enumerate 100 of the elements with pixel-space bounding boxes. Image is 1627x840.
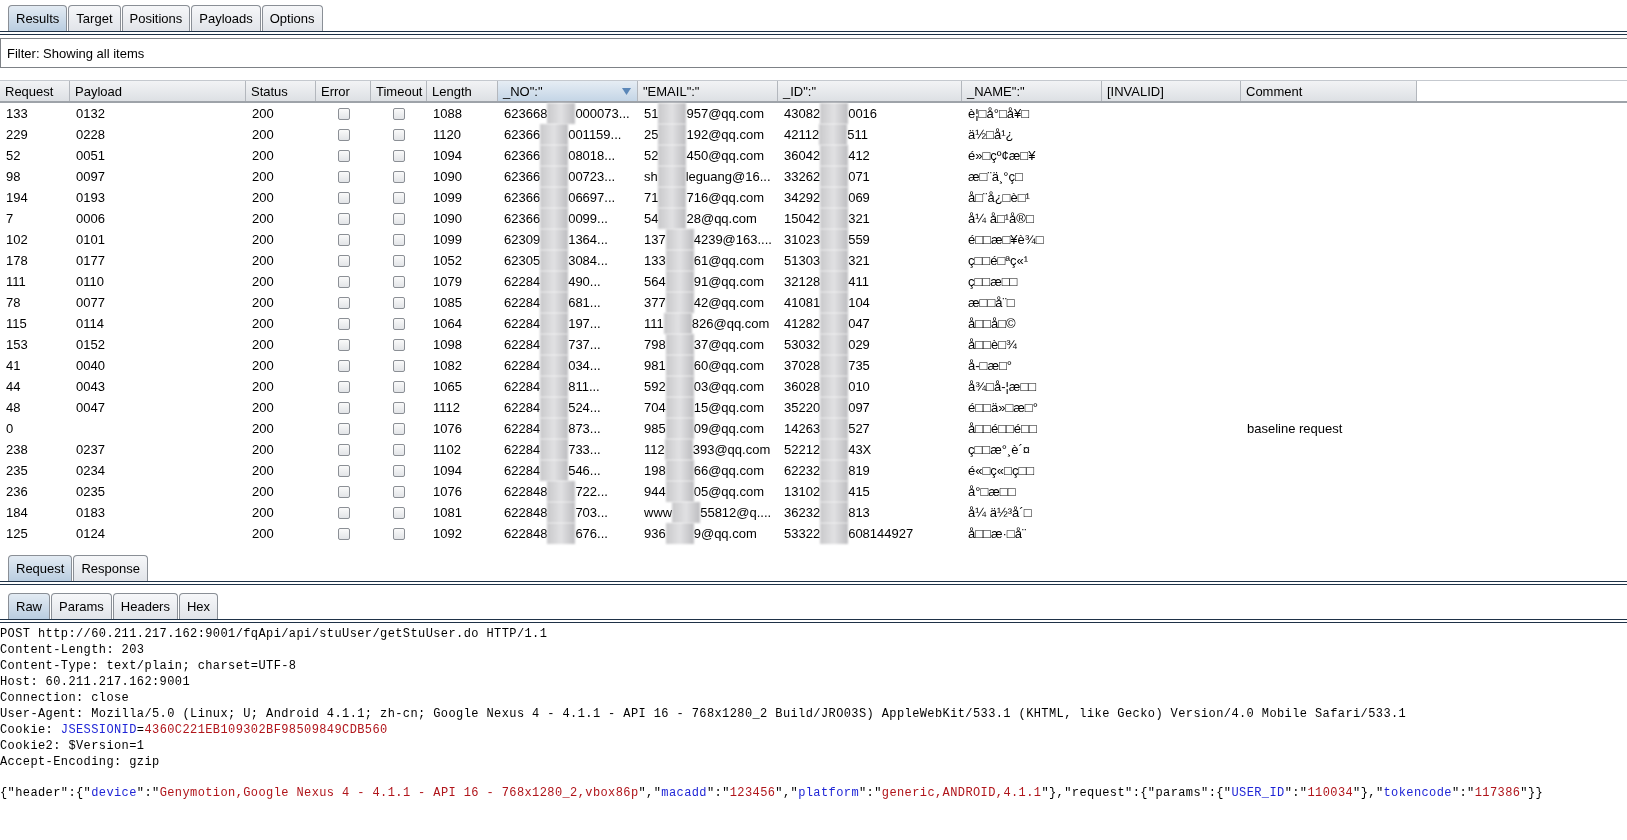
- checkbox[interactable]: [393, 107, 405, 120]
- column-header[interactable]: Comment: [1241, 81, 1417, 101]
- checkbox[interactable]: [393, 296, 405, 309]
- column-header[interactable]: _ID":": [778, 81, 962, 101]
- table-cell-text: 200: [251, 189, 275, 207]
- table-cell: 62284: [504, 421, 541, 436]
- checkbox[interactable]: [393, 380, 405, 393]
- checkbox[interactable]: [393, 275, 405, 288]
- table-cell-text: 0043: [75, 378, 106, 396]
- column-header[interactable]: Error: [316, 81, 371, 101]
- redaction-blur: [540, 334, 569, 355]
- table-cell-text: 200: [251, 504, 275, 522]
- table-cell: 00723...: [568, 169, 616, 184]
- tab[interactable]: Request: [8, 555, 73, 581]
- table-cell: 37@qq.com: [693, 337, 764, 352]
- checkbox[interactable]: [393, 527, 405, 540]
- table-cell-text: 229: [5, 126, 29, 144]
- filter-bar[interactable]: Filter: Showing all items: [0, 38, 1627, 68]
- table-cell: 873...: [568, 421, 601, 436]
- checkbox[interactable]: [337, 380, 350, 393]
- table-cell-text: 0132: [75, 105, 106, 123]
- tab[interactable]: Results: [8, 5, 68, 31]
- table-cell: 511: [847, 127, 868, 142]
- table-cell: 592: [644, 379, 666, 394]
- redaction-blur: [657, 166, 686, 187]
- checkbox[interactable]: [337, 275, 350, 288]
- checkbox[interactable]: [337, 422, 350, 435]
- column-header[interactable]: Request: [0, 81, 70, 101]
- table-cell: 34292: [784, 190, 821, 205]
- table-cell: 097: [848, 400, 870, 415]
- redaction-blur: [658, 187, 687, 208]
- table-cell-text: 98: [5, 168, 22, 186]
- checkbox[interactable]: [337, 128, 350, 141]
- checkbox[interactable]: [393, 191, 405, 204]
- checkbox[interactable]: [337, 212, 350, 225]
- table-cell-text: 1090: [432, 210, 463, 228]
- column-header[interactable]: [INVALID]: [1102, 81, 1241, 101]
- table-cell-text: 1064: [432, 315, 463, 333]
- checkbox[interactable]: [393, 317, 405, 330]
- table-cell: 62284: [504, 379, 541, 394]
- checkbox[interactable]: [393, 464, 405, 477]
- table-cell-text: 0077: [75, 294, 106, 312]
- checkbox[interactable]: [393, 359, 405, 372]
- tab[interactable]: Response: [73, 555, 148, 581]
- table-cell: 60@qq.com: [693, 358, 764, 373]
- checkbox[interactable]: [393, 128, 405, 141]
- checkbox[interactable]: [393, 506, 405, 519]
- request-line: Content-Type: text/plain; charset=UTF-8: [0, 658, 298, 674]
- checkbox[interactable]: [337, 338, 350, 351]
- table-cell-text: 200: [251, 252, 275, 270]
- checkbox[interactable]: [337, 527, 350, 540]
- checkbox[interactable]: [337, 317, 350, 330]
- tab[interactable]: Params: [51, 593, 112, 619]
- redaction-blur: [820, 439, 849, 460]
- checkbox[interactable]: [337, 485, 350, 498]
- checkbox[interactable]: [393, 170, 405, 183]
- checkbox[interactable]: [393, 485, 405, 498]
- checkbox[interactable]: [337, 296, 350, 309]
- checkbox[interactable]: [337, 107, 350, 120]
- column-header[interactable]: Payload: [70, 81, 246, 101]
- checkbox[interactable]: [337, 191, 350, 204]
- checkbox[interactable]: [337, 401, 350, 414]
- checkbox[interactable]: [337, 506, 350, 519]
- table-cell-text: ä½□å¹¿: [967, 126, 1015, 144]
- table-cell-text: 41: [5, 357, 22, 375]
- checkbox[interactable]: [337, 254, 350, 267]
- tab[interactable]: Headers: [112, 593, 178, 619]
- checkbox[interactable]: [393, 212, 405, 225]
- column-header[interactable]: Length: [427, 81, 498, 101]
- column-header[interactable]: Status: [246, 81, 316, 101]
- checkbox[interactable]: [337, 149, 350, 162]
- tab[interactable]: Payloads: [191, 5, 261, 31]
- table-cell: 104: [848, 295, 870, 310]
- tab[interactable]: Positions: [121, 5, 191, 31]
- checkbox[interactable]: [393, 401, 405, 414]
- checkbox[interactable]: [393, 149, 405, 162]
- checkbox[interactable]: [337, 233, 350, 246]
- checkbox[interactable]: [393, 233, 405, 246]
- tab[interactable]: Hex: [178, 593, 219, 619]
- checkbox[interactable]: [393, 422, 405, 435]
- tab[interactable]: Options: [261, 5, 323, 31]
- tab[interactable]: Target: [68, 5, 121, 31]
- tab[interactable]: Raw: [8, 593, 50, 619]
- checkbox[interactable]: [393, 338, 405, 351]
- table-cell: 819: [848, 463, 870, 478]
- column-header[interactable]: "EMAIL":": [638, 81, 778, 101]
- table-cell: 36042: [784, 148, 821, 163]
- column-header[interactable]: _NO":": [498, 81, 638, 101]
- redaction-blur: [820, 103, 849, 124]
- checkbox[interactable]: [393, 254, 405, 267]
- checkbox[interactable]: [337, 443, 350, 456]
- checkbox[interactable]: [337, 359, 350, 372]
- column-header[interactable]: _NAME":": [962, 81, 1102, 101]
- sort-descending-icon: [622, 87, 631, 95]
- checkbox[interactable]: [393, 443, 405, 456]
- checkbox[interactable]: [337, 170, 350, 183]
- checkbox[interactable]: [337, 464, 350, 477]
- column-header[interactable]: Timeout: [371, 81, 427, 101]
- table-cell: 133: [644, 253, 666, 268]
- table-cell: 52212: [784, 442, 821, 457]
